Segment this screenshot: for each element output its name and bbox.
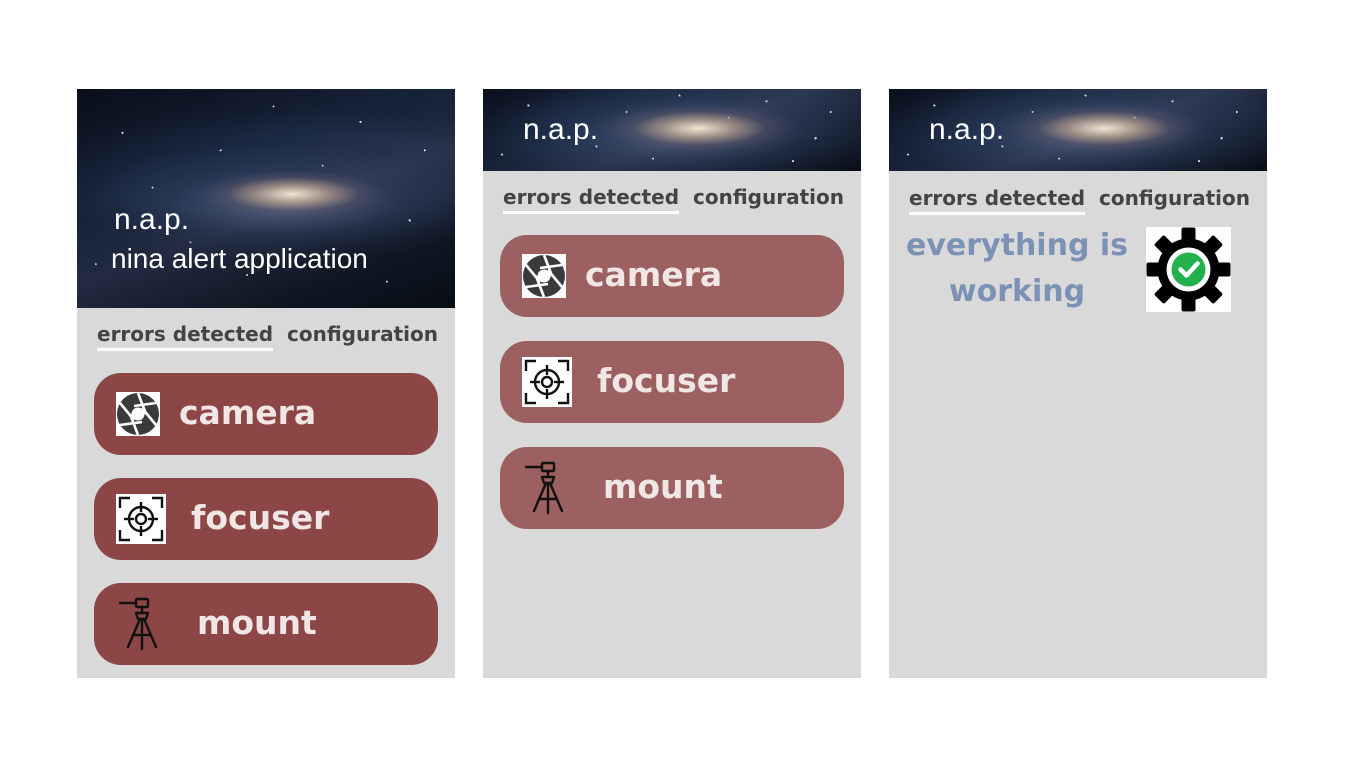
tab-bar: errors detected configuration bbox=[483, 185, 861, 215]
mount-label: mount bbox=[197, 603, 317, 642]
tab-errors-detected[interactable]: errors detected bbox=[909, 186, 1086, 215]
tab-errors-detected[interactable]: errors detected bbox=[97, 322, 274, 351]
tab-errors-detected[interactable]: errors detected bbox=[503, 185, 680, 214]
camera-error-card[interactable]: camera bbox=[500, 235, 844, 317]
focuser-label: focuser bbox=[191, 498, 330, 537]
mount-tripod-icon bbox=[524, 461, 572, 515]
camera-error-card[interactable]: camera bbox=[94, 373, 438, 455]
galaxy-header: n.a.p. bbox=[889, 89, 1267, 171]
tab-bar: errors detected configuration bbox=[77, 322, 455, 352]
galaxy-header: n.a.p. bbox=[483, 89, 861, 171]
focuser-label: focuser bbox=[597, 361, 736, 400]
app-name: n.a.p. bbox=[523, 113, 599, 146]
galaxy-header: n.a.p. nina alert application bbox=[77, 89, 455, 308]
focuser-error-card[interactable]: focuser bbox=[500, 341, 844, 423]
camera-label: camera bbox=[585, 255, 723, 294]
screen-errors-compact-header: n.a.p. errors detected configuration cam bbox=[483, 89, 861, 678]
gear-check-icon bbox=[1146, 227, 1231, 312]
mount-label: mount bbox=[603, 467, 723, 506]
focuser-crosshair-icon bbox=[522, 357, 572, 407]
screen-errors-expanded-header: n.a.p. nina alert application errors det… bbox=[77, 89, 455, 678]
camera-label: camera bbox=[179, 393, 317, 432]
tab-configuration[interactable]: configuration bbox=[1099, 186, 1250, 212]
tab-bar: errors detected configuration bbox=[889, 186, 1267, 216]
focuser-crosshair-icon bbox=[116, 494, 166, 544]
app-name: n.a.p. bbox=[929, 113, 1005, 146]
tab-configuration[interactable]: configuration bbox=[287, 322, 438, 348]
camera-aperture-icon bbox=[116, 392, 160, 436]
app-name: n.a.p. bbox=[114, 203, 190, 236]
tab-configuration[interactable]: configuration bbox=[693, 185, 844, 211]
app-subtitle: nina alert application bbox=[111, 243, 368, 274]
mount-error-card[interactable]: mount bbox=[500, 447, 844, 529]
screen-all-ok: n.a.p. errors detected configuration eve… bbox=[889, 89, 1267, 678]
focuser-error-card[interactable]: focuser bbox=[94, 478, 438, 560]
camera-aperture-icon bbox=[522, 254, 566, 298]
status-message: everything is working bbox=[906, 228, 1128, 309]
mount-tripod-icon bbox=[118, 597, 166, 651]
mount-error-card[interactable]: mount bbox=[94, 583, 438, 665]
